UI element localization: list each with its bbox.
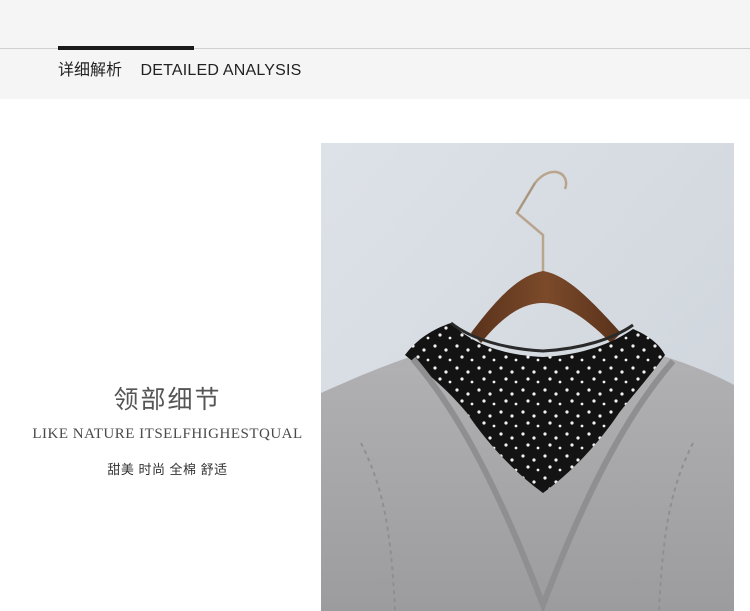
- header-title: 详细解析 DETAILED ANALYSIS: [58, 56, 302, 80]
- section-header: 详细解析 DETAILED ANALYSIS: [0, 0, 750, 99]
- header-title-en: DETAILED ANALYSIS: [140, 62, 302, 79]
- feature-tagline: 甜美 时尚 全棉 舒适: [107, 462, 228, 477]
- product-photo-collar-detail-icon: [321, 143, 734, 611]
- header-title-zh: 详细解析: [58, 62, 123, 79]
- feature-title: 领部细节: [113, 385, 222, 414]
- header-accent-bar: [58, 46, 194, 50]
- product-photo: [321, 143, 734, 611]
- feature-text-block: 领部细节 LIKE NATURE ITSELFHIGHESTQUAL 甜美 时尚…: [0, 380, 335, 478]
- feature-subtitle: LIKE NATURE ITSELFHIGHESTQUAL: [32, 426, 303, 442]
